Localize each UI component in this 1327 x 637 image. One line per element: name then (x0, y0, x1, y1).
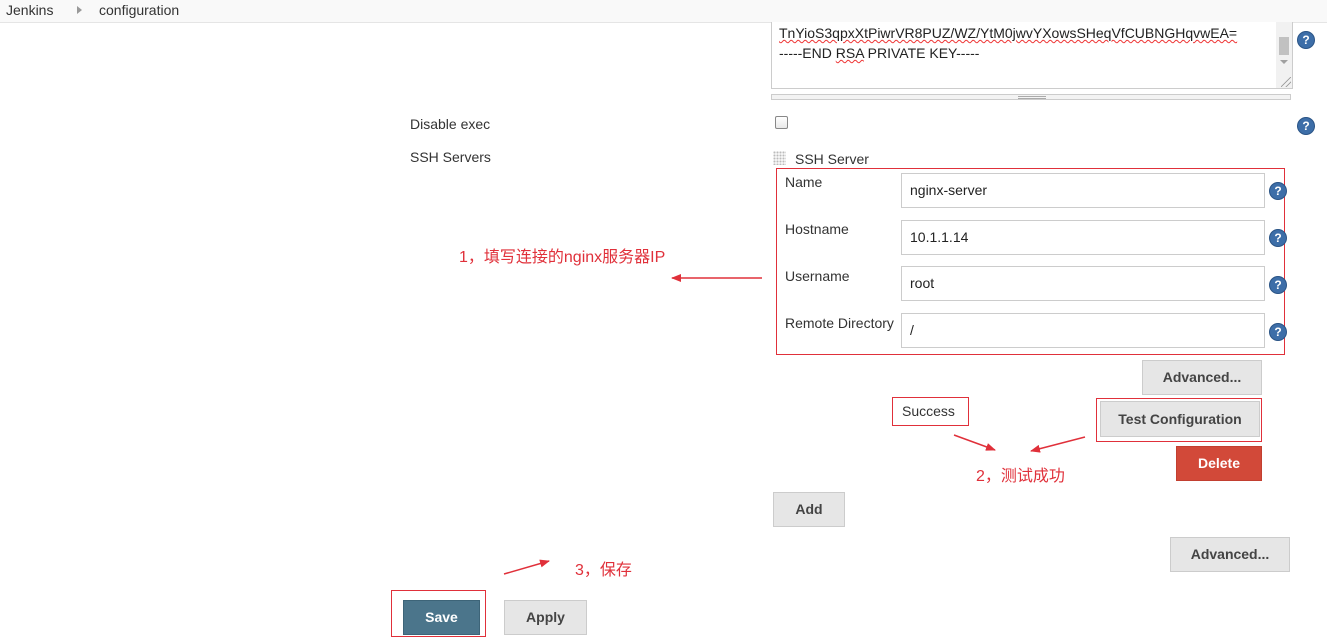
annotation-arrow-3 (503, 559, 550, 575)
annotation-arrows (503, 274, 1086, 575)
annotation-arrow-2b (1030, 436, 1086, 453)
annotation-arrow-2a (953, 434, 996, 451)
